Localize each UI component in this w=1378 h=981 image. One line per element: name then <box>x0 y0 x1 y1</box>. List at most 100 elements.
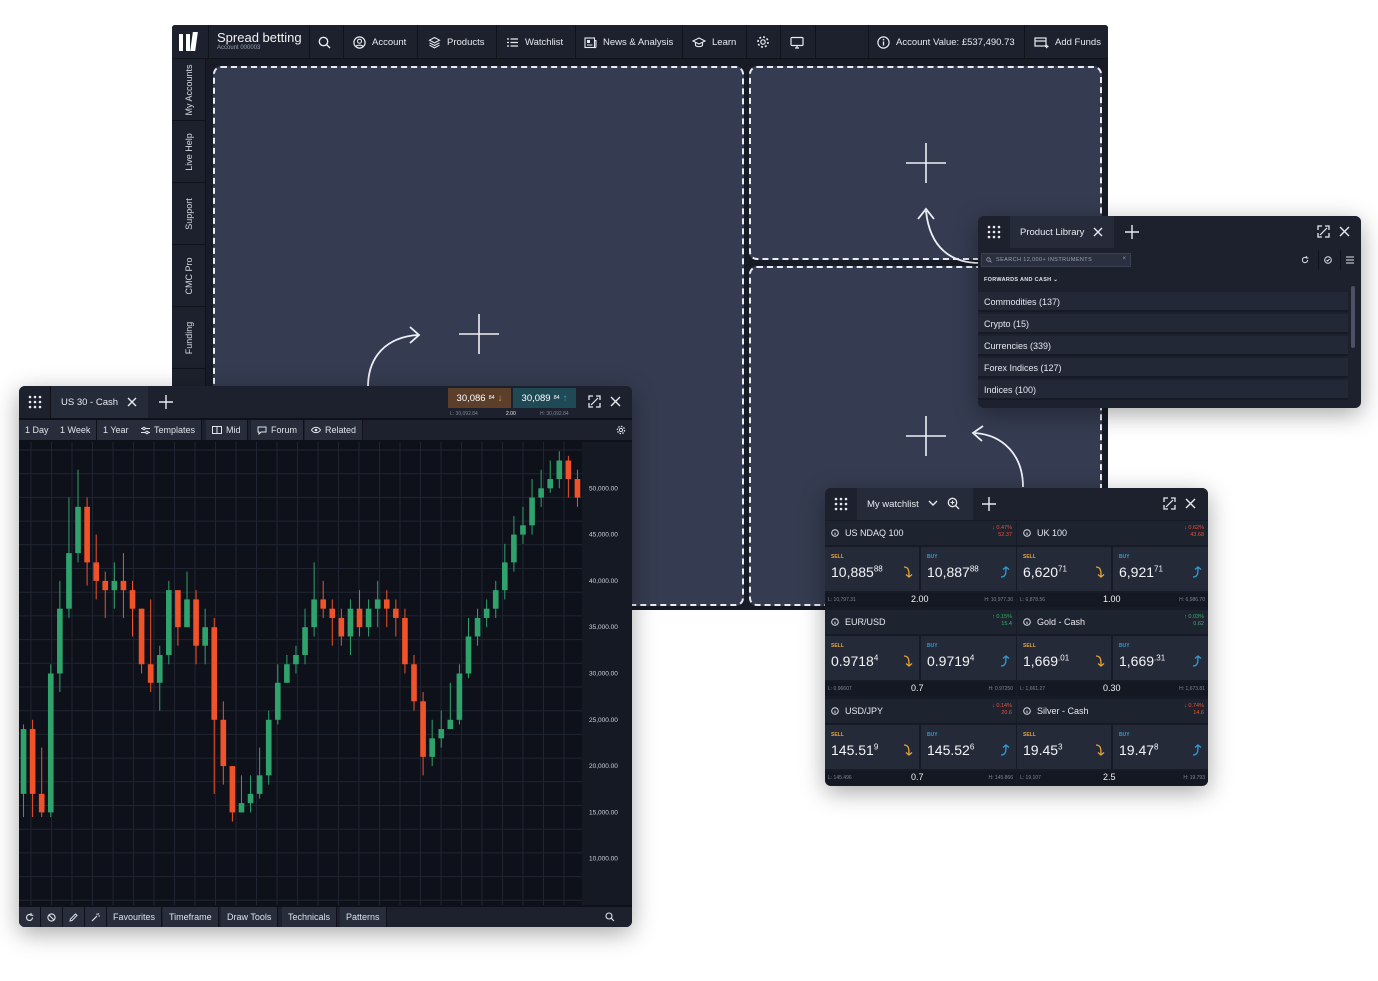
buy-price: 10,88788 <box>927 564 979 580</box>
draw-tools-button[interactable]: Draw Tools <box>221 907 279 927</box>
timeframe-1-week[interactable]: 1 Week <box>54 420 98 440</box>
add-panel-plus-icon[interactable] <box>458 313 500 355</box>
timeframe-1-day[interactable]: 1 Day <box>19 420 56 440</box>
zoom-icon[interactable] <box>605 912 615 922</box>
tab-us30[interactable]: US 30 - Cash <box>51 386 148 418</box>
patterns-button[interactable]: Patterns <box>340 907 387 927</box>
info-icon[interactable] <box>1023 707 1031 715</box>
watchlist-instrument[interactable]: Silver - Cash ↓ 0.74% 14.6 SELL 19.453 BUY 19.… <box>1017 699 1208 786</box>
account-type-title[interactable]: Spread betting <box>217 30 302 45</box>
candlestick-chart[interactable]: 50,000.00 45,000.00 40,000.00 35,000.00 30,0… <box>19 442 632 905</box>
close-window-icon[interactable] <box>610 396 621 407</box>
grid-menu-icon[interactable] <box>987 225 1001 239</box>
pencil-button[interactable] <box>63 907 85 927</box>
add-tab-icon[interactable] <box>159 395 173 409</box>
settings-button[interactable] <box>756 25 770 59</box>
nav-news-analysis[interactable]: News & Analysis <box>584 25 673 59</box>
add-panel-plus-icon[interactable] <box>905 415 947 457</box>
templates-button[interactable]: Templates <box>135 420 203 440</box>
candle-body <box>520 525 526 535</box>
filter-circle-icon[interactable] <box>1324 256 1332 264</box>
zoom-in-icon[interactable] <box>947 497 960 510</box>
buy-price-button[interactable]: BUY 145.526 <box>921 725 1016 769</box>
close-window-icon[interactable] <box>1185 498 1196 509</box>
forum-button[interactable]: Forum <box>251 420 305 440</box>
library-item-commodities[interactable]: Commodities (137) <box>978 292 1348 312</box>
rail-cmc-pro[interactable]: CMC Pro <box>172 245 206 307</box>
grid-menu-icon[interactable] <box>28 395 42 409</box>
buy-price-button[interactable]: BUY 19.478 <box>1113 725 1208 769</box>
account-value[interactable]: Account Value: £537,490.73 <box>877 25 1015 59</box>
watchlist-instrument[interactable]: USD/JPY ↓ 0.14% 20.6 SELL 145.519 BUY 145.526 L… <box>825 699 1016 786</box>
favourites-button[interactable]: Favourites <box>107 907 163 927</box>
buy-price-button[interactable]: BUY 10,88788 <box>921 547 1016 591</box>
expand-icon[interactable] <box>1163 497 1176 510</box>
search-button[interactable] <box>318 25 331 59</box>
tab-product-library[interactable]: Product Library <box>1010 216 1114 248</box>
sell-price: 10,88588 <box>831 564 883 580</box>
section-forwards-and-cash[interactable]: FORWARDS AND CASH ⌄ <box>978 270 1348 290</box>
buy-quote-button[interactable]: 30,089 84 ↑ <box>513 388 576 408</box>
sell-price-button[interactable]: SELL 19.453 <box>1017 725 1111 769</box>
expand-icon[interactable] <box>588 395 601 408</box>
timeframe-1-year[interactable]: 1 Year <box>97 420 136 440</box>
rail-support[interactable]: Support <box>172 183 206 245</box>
clear-search-icon[interactable]: × <box>1122 256 1126 262</box>
info-icon[interactable] <box>831 618 839 626</box>
close-window-icon[interactable] <box>1339 226 1350 237</box>
add-funds-button[interactable]: Add Funds <box>1034 25 1101 59</box>
library-item-indices[interactable]: Indices (100) <box>978 380 1348 400</box>
library-item-crypto[interactable]: Crypto (15) <box>978 314 1348 334</box>
grid-menu-icon[interactable] <box>834 497 848 511</box>
add-tab-icon[interactable] <box>1125 225 1139 239</box>
sell-price-button[interactable]: SELL 0.97184 <box>825 636 919 680</box>
info-icon[interactable] <box>831 529 839 537</box>
watchlist-instrument[interactable]: US NDAQ 100 ↓ 0.47% 52.37 SELL 10,88588 BUY 10… <box>825 521 1016 609</box>
refresh-button[interactable] <box>19 907 41 927</box>
info-icon[interactable] <box>831 707 839 715</box>
tab-my-watchlist[interactable]: My watchlist <box>857 488 973 520</box>
library-item-forex-indices[interactable]: Forex Indices (127) <box>978 358 1348 378</box>
info-icon[interactable] <box>1023 618 1031 626</box>
buy-price-button[interactable]: BUY 1,669.31 <box>1113 636 1208 680</box>
buy-price-button[interactable]: BUY 6,92171 <box>1113 547 1208 591</box>
sell-price-button[interactable]: SELL 1,669.01 <box>1017 636 1111 680</box>
related-button[interactable]: Related <box>305 420 364 440</box>
close-tab-icon[interactable] <box>1093 227 1103 237</box>
add-tab-icon[interactable] <box>982 497 996 511</box>
display-button[interactable] <box>790 25 804 59</box>
candle-body <box>474 617 481 637</box>
rail-my-accounts[interactable]: My Accounts <box>172 59 206 121</box>
nav-watchlist[interactable]: Watchlist <box>506 25 563 59</box>
instrument-search-input[interactable]: SEARCH 12,000+ INSTRUMENTS × <box>981 253 1131 267</box>
nav-learn[interactable]: Learn <box>692 25 736 59</box>
info-icon[interactable] <box>1023 529 1031 537</box>
rail-funding[interactable]: Funding <box>172 307 206 369</box>
mid-price-button[interactable]: Mid <box>206 420 248 440</box>
sell-price-button[interactable]: SELL 6,62071 <box>1017 547 1111 591</box>
library-item-currencies[interactable]: Currencies (339) <box>978 336 1348 356</box>
chart-settings-gear-icon[interactable] <box>616 425 626 435</box>
watchlist-instrument[interactable]: UK 100 ↓ 0.62% 43.68 SELL 6,62071 BUY 6,92171 L… <box>1017 521 1208 609</box>
buy-price-button[interactable]: BUY 0.97194 <box>921 636 1016 680</box>
chevron-down-icon[interactable] <box>928 500 938 507</box>
technicals-button[interactable]: Technicals <box>282 907 338 927</box>
sell-price-button[interactable]: SELL 145.519 <box>825 725 919 769</box>
add-panel-plus-icon[interactable] <box>905 142 947 184</box>
sell-quote-button[interactable]: 30,086 84 ↓ <box>448 388 511 408</box>
watchlist-instrument[interactable]: EUR/USD ↑ 0.15% 15.4 SELL 0.97184 BUY 0.97194 L… <box>825 610 1016 698</box>
cmc-logo-icon[interactable] <box>178 31 200 53</box>
watchlist-instrument[interactable]: Gold - Cash ↑ 0.03% 0.62 SELL 1,669.01 BUY 1,6… <box>1017 610 1208 698</box>
close-tab-icon[interactable] <box>127 397 137 407</box>
expand-icon[interactable] <box>1317 225 1330 238</box>
sell-price-button[interactable]: SELL 10,88588 <box>825 547 919 591</box>
timeframe-button[interactable]: Timeframe <box>163 907 219 927</box>
list-view-icon[interactable] <box>1346 256 1354 264</box>
crosshair-button[interactable] <box>85 907 107 927</box>
clear-drawings-button[interactable] <box>41 907 63 927</box>
nav-products[interactable]: Products <box>428 25 485 59</box>
refresh-icon[interactable] <box>1301 256 1309 264</box>
rail-live-help[interactable]: Live Help <box>172 121 206 183</box>
nav-account[interactable]: Account <box>353 25 406 59</box>
library-scrollbar[interactable] <box>1351 286 1355 348</box>
